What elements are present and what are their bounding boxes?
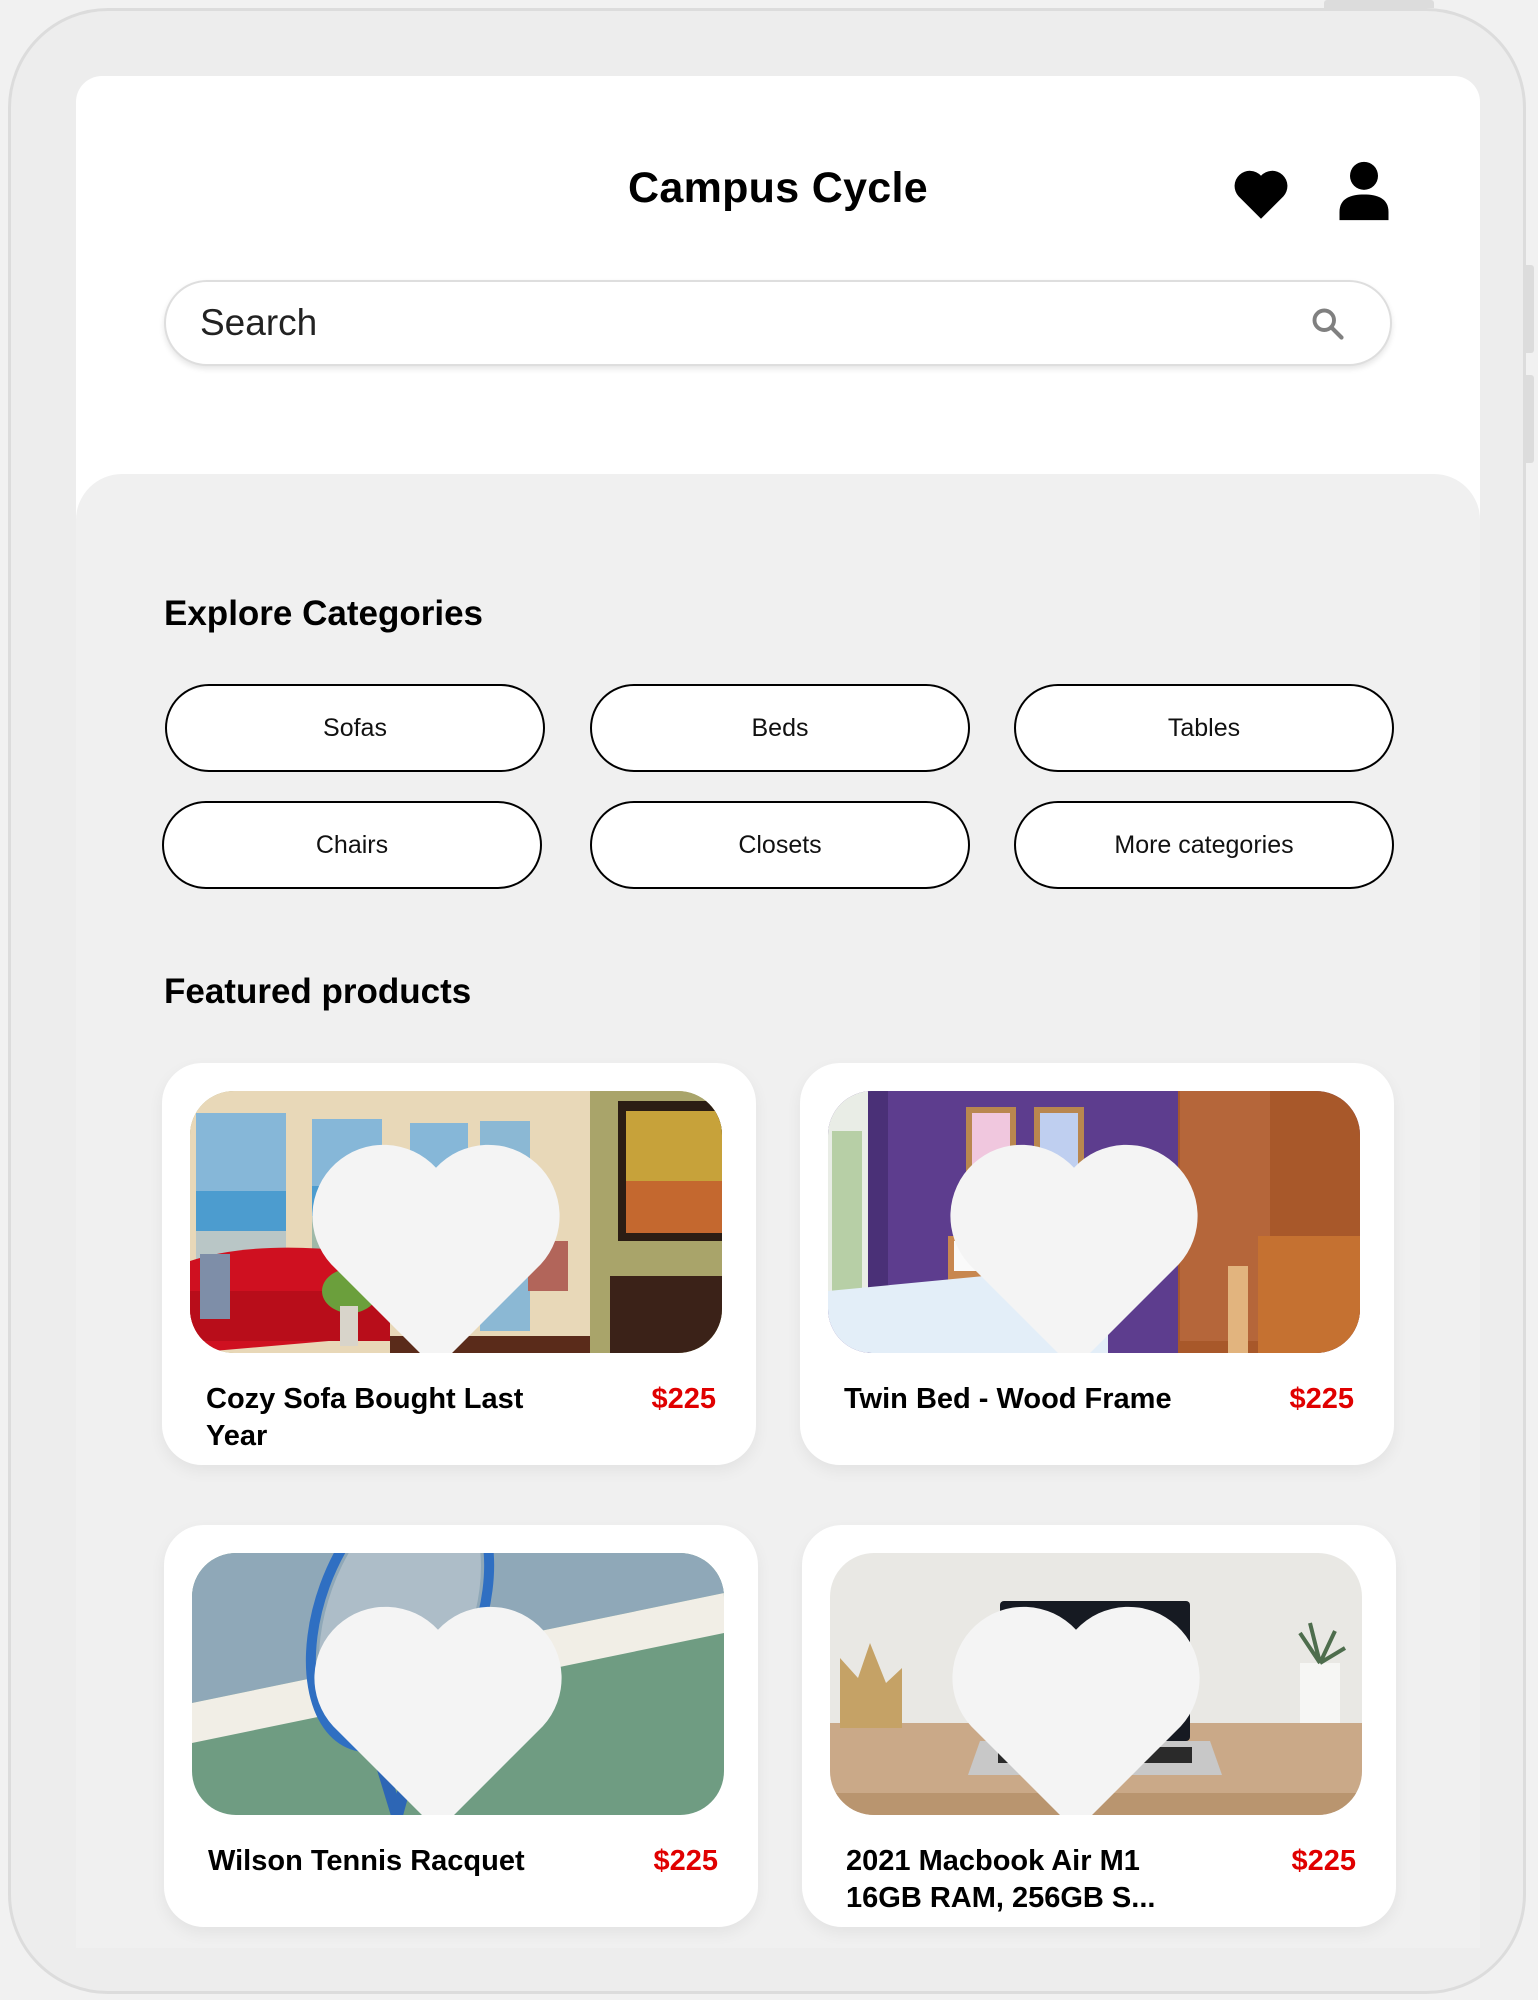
device-volume-up-button bbox=[1526, 265, 1534, 353]
product-image-bed bbox=[828, 1091, 1360, 1353]
product-card[interactable]: 2021 Macbook Air M1 16GB RAM, 256GB S...… bbox=[802, 1525, 1396, 1927]
main-content: Explore Categories Sofas Beds Tables Cha… bbox=[76, 474, 1480, 1948]
tablet-frame: Campus Cycle Explore Categories Sofas Be… bbox=[8, 8, 1526, 1994]
product-image-sofa bbox=[190, 1091, 722, 1353]
category-chip-chairs[interactable]: Chairs bbox=[162, 801, 542, 889]
favorites-button[interactable] bbox=[1230, 164, 1292, 220]
search-icon[interactable] bbox=[1310, 306, 1346, 342]
product-image-laptop bbox=[830, 1553, 1362, 1815]
search-input[interactable] bbox=[200, 282, 1250, 364]
product-card[interactable]: Wilson Tennis Racquet $225 bbox=[164, 1525, 758, 1927]
category-chip-more[interactable]: More categories bbox=[1014, 801, 1394, 889]
featured-heading: Featured products bbox=[164, 972, 472, 1011]
product-price: $225 bbox=[653, 1845, 718, 1877]
product-name: Wilson Tennis Racquet bbox=[208, 1845, 525, 1877]
product-card[interactable]: Cozy Sofa Bought Last Year $225 bbox=[162, 1063, 756, 1465]
favorite-heart-icon[interactable] bbox=[190, 1113, 702, 1353]
category-chip-tables[interactable]: Tables bbox=[1014, 684, 1394, 772]
product-card[interactable]: Twin Bed - Wood Frame $225 bbox=[800, 1063, 1394, 1465]
profile-button[interactable] bbox=[1336, 160, 1392, 222]
favorite-heart-icon[interactable] bbox=[830, 1575, 1342, 1815]
product-price: $225 bbox=[1291, 1845, 1356, 1877]
favorite-heart-icon[interactable] bbox=[828, 1113, 1340, 1353]
heart-icon bbox=[1234, 170, 1288, 219]
product-price: $225 bbox=[1289, 1383, 1354, 1415]
product-price: $225 bbox=[651, 1383, 716, 1415]
categories-heading: Explore Categories bbox=[164, 594, 483, 633]
product-name: Cozy Sofa Bought Last Year bbox=[206, 1383, 524, 1452]
favorite-heart-icon[interactable] bbox=[192, 1575, 704, 1815]
product-name: Twin Bed - Wood Frame bbox=[844, 1383, 1172, 1415]
app-screen: Campus Cycle Explore Categories Sofas Be… bbox=[76, 76, 1480, 1948]
device-volume-down-button bbox=[1526, 375, 1534, 463]
search-bar[interactable] bbox=[164, 280, 1392, 366]
category-chip-beds[interactable]: Beds bbox=[590, 684, 970, 772]
category-chip-sofas[interactable]: Sofas bbox=[165, 684, 545, 772]
device-top-button bbox=[1324, 0, 1434, 8]
user-icon bbox=[1339, 161, 1389, 221]
product-image-racquet bbox=[192, 1553, 724, 1815]
category-chip-closets[interactable]: Closets bbox=[590, 801, 970, 889]
product-name: 2021 Macbook Air M1 16GB RAM, 256GB S... bbox=[846, 1845, 1156, 1914]
